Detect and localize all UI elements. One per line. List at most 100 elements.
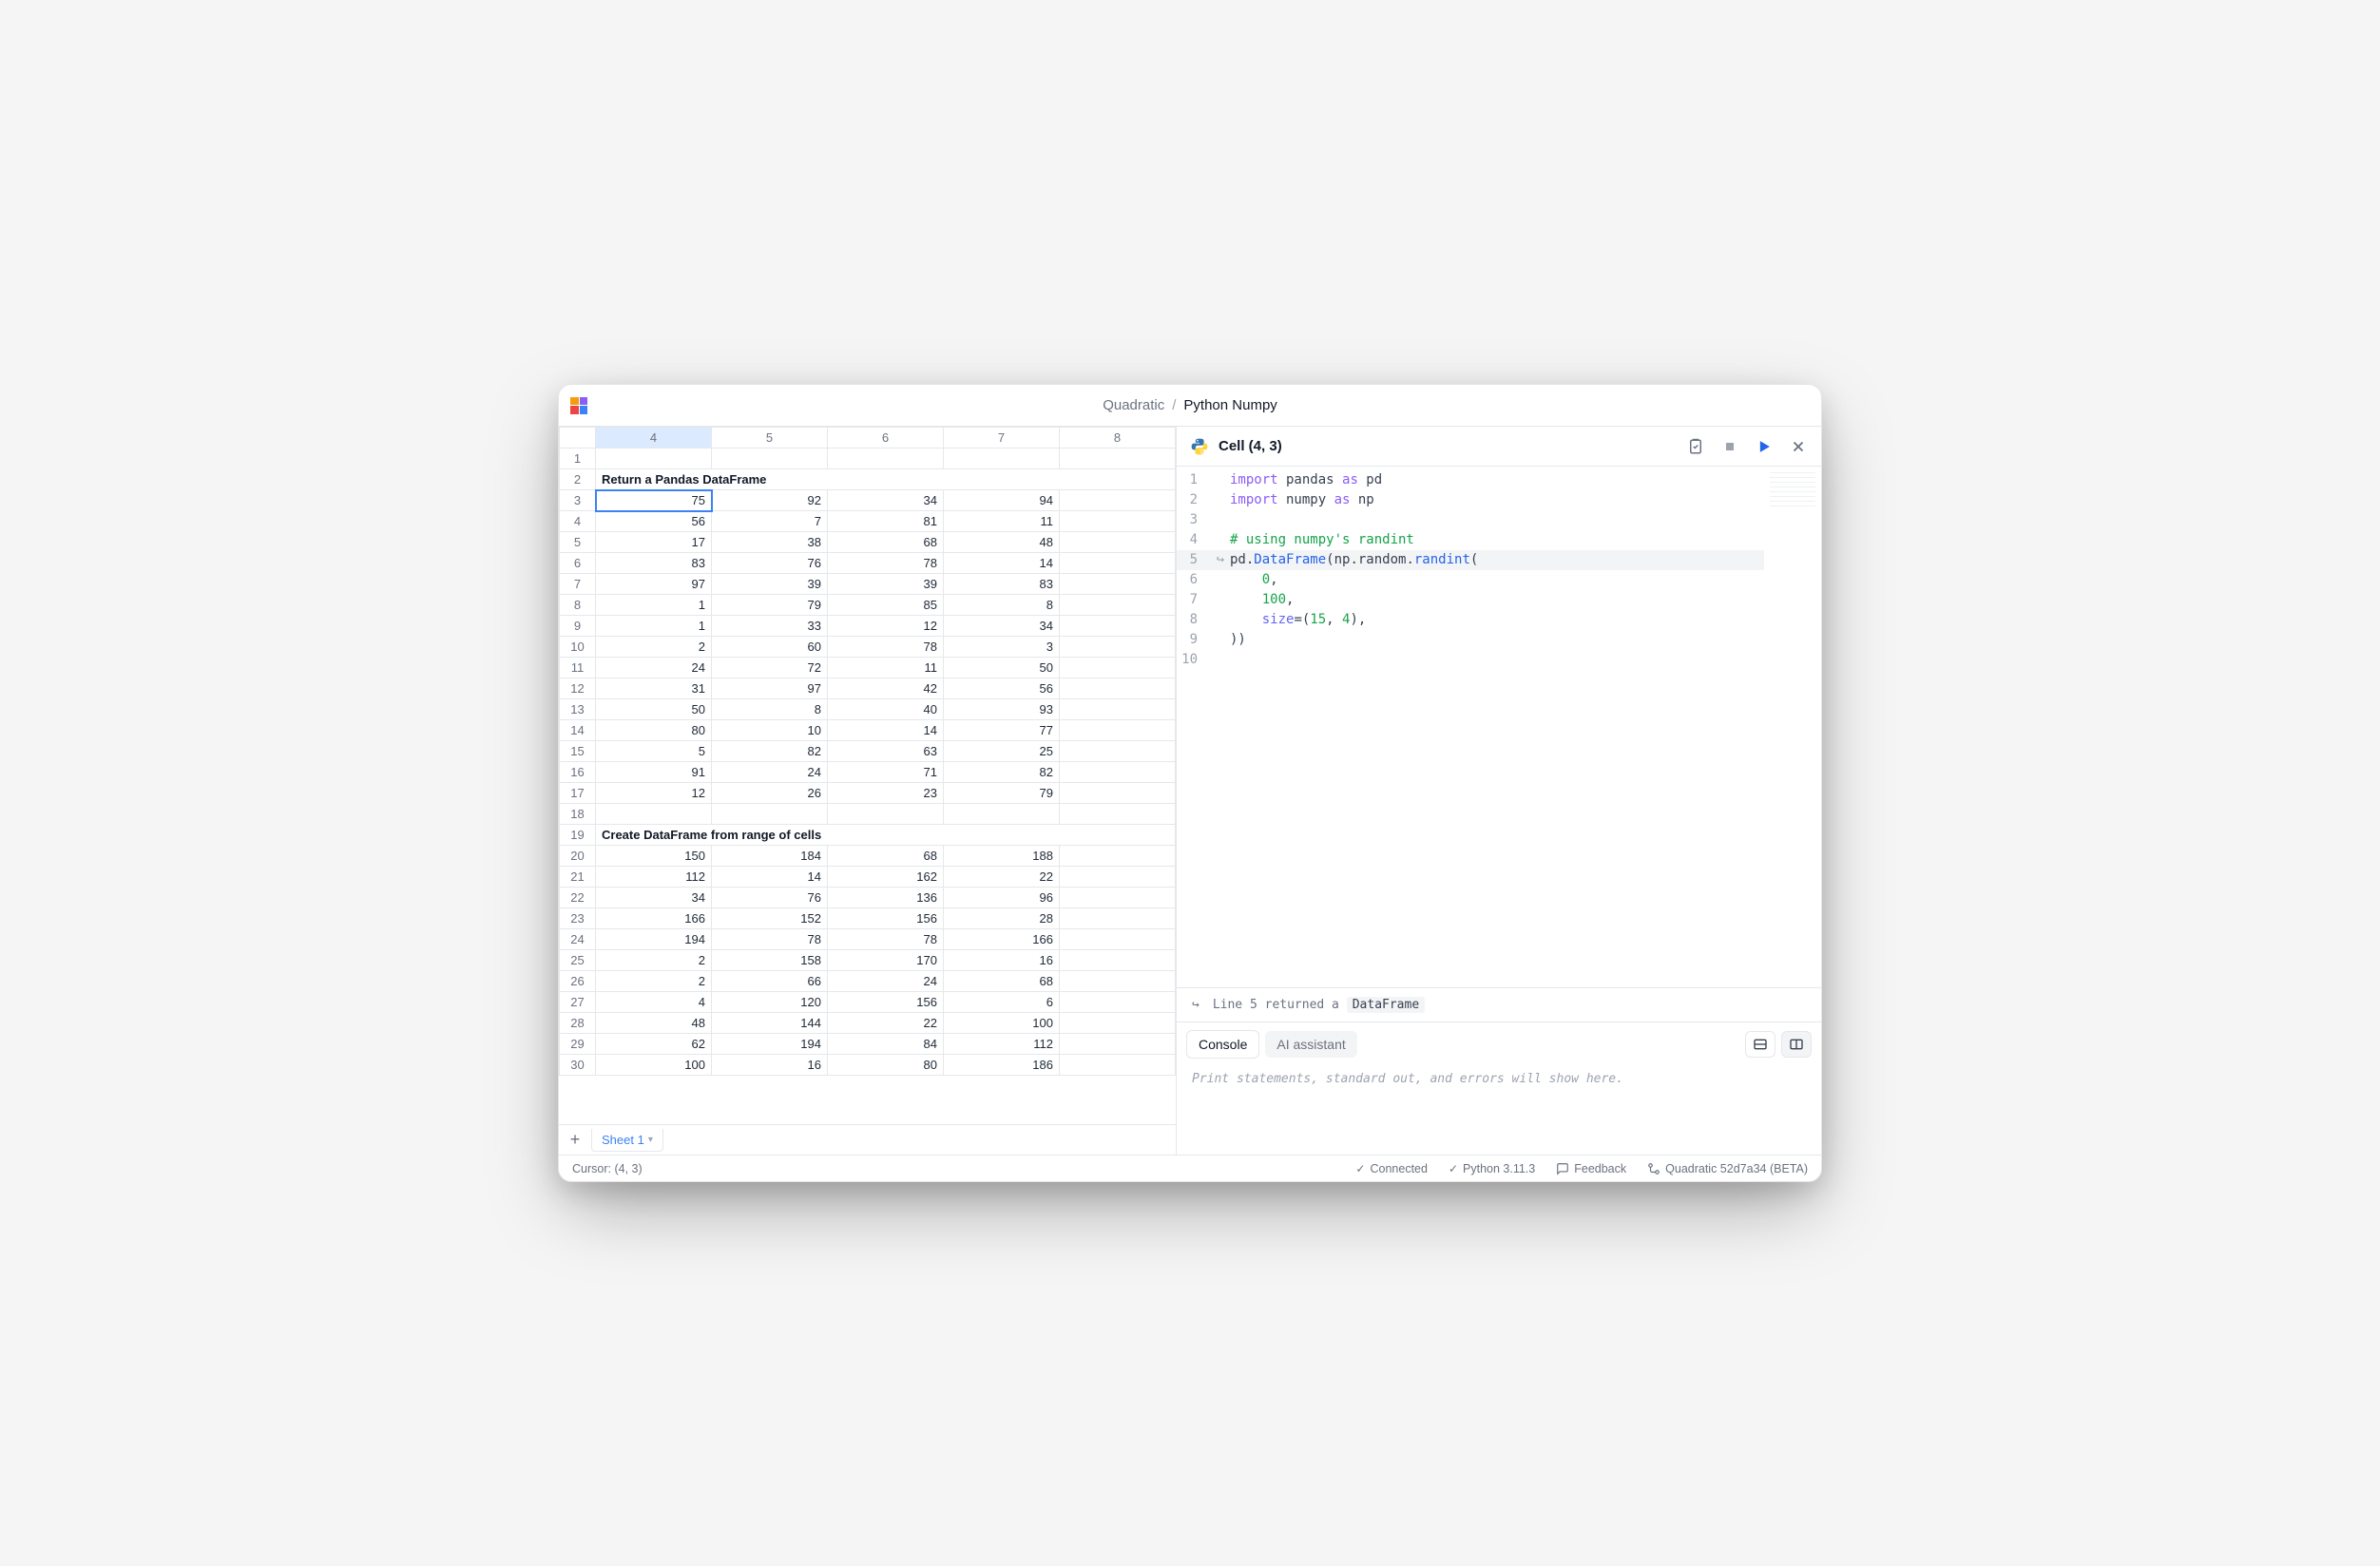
cell[interactable]: 83 [596,553,712,574]
cell[interactable]: 39 [828,574,944,595]
cell[interactable]: 84 [828,1034,944,1055]
cell[interactable]: 170 [828,950,944,971]
cell[interactable]: 194 [596,929,712,950]
row-header[interactable]: 21 [560,867,596,888]
cell[interactable]: 31 [596,678,712,699]
cell[interactable]: 144 [712,1013,828,1034]
cell[interactable] [1060,971,1176,992]
cell[interactable]: 78 [828,553,944,574]
col-header[interactable]: 7 [944,428,1060,449]
cell[interactable]: 97 [596,574,712,595]
row-header[interactable]: 1 [560,449,596,469]
cell[interactable]: 26 [712,783,828,804]
code-editor[interactable]: 1import pandas as pd2import numpy as np3… [1177,467,1764,987]
row-header[interactable]: 22 [560,888,596,908]
cell[interactable]: 6 [944,992,1060,1013]
cell[interactable] [712,804,828,825]
row-header[interactable]: 30 [560,1055,596,1076]
cell[interactable]: 34 [596,888,712,908]
row-header[interactable]: 4 [560,511,596,532]
cell[interactable]: 136 [828,888,944,908]
cell[interactable]: 80 [596,720,712,741]
cell[interactable]: 82 [944,762,1060,783]
cell[interactable] [1060,846,1176,867]
cell[interactable]: 158 [712,950,828,971]
cell[interactable] [596,449,712,469]
cell[interactable]: 152 [712,908,828,929]
cell[interactable] [1060,532,1176,553]
row-header[interactable]: 29 [560,1034,596,1055]
cell[interactable]: 33 [712,616,828,637]
layout-horizontal-icon[interactable] [1745,1031,1775,1058]
cell[interactable]: 83 [944,574,1060,595]
cell[interactable]: 166 [596,908,712,929]
row-header[interactable]: 14 [560,720,596,741]
cell[interactable]: 1 [596,595,712,616]
cell[interactable]: 77 [944,720,1060,741]
cell[interactable] [1060,950,1176,971]
cell[interactable] [1060,511,1176,532]
cell[interactable] [1060,741,1176,762]
cell[interactable] [1060,720,1176,741]
cell[interactable]: 23 [828,783,944,804]
cell[interactable]: 166 [944,929,1060,950]
cell[interactable]: 76 [712,553,828,574]
snippets-icon[interactable] [1686,437,1705,456]
cell[interactable] [1060,908,1176,929]
cell[interactable]: 188 [944,846,1060,867]
close-icon[interactable] [1789,437,1808,456]
cell[interactable] [1060,992,1176,1013]
cell[interactable] [1060,678,1176,699]
cell[interactable]: 48 [596,1013,712,1034]
cell[interactable] [1060,1013,1176,1034]
cell[interactable]: 72 [712,658,828,678]
cell[interactable]: 4 [596,992,712,1013]
tab-console[interactable]: Console [1186,1030,1259,1059]
cell[interactable]: 42 [828,678,944,699]
cell[interactable] [828,804,944,825]
cell[interactable]: 39 [712,574,828,595]
row-header[interactable]: 27 [560,992,596,1013]
cell[interactable] [1060,888,1176,908]
cell[interactable]: Create DataFrame from range of cells [596,825,1176,846]
cell[interactable]: 48 [944,532,1060,553]
cell[interactable]: 8 [944,595,1060,616]
row-header[interactable]: 25 [560,950,596,971]
cell[interactable]: 91 [596,762,712,783]
cell[interactable] [1060,783,1176,804]
cell[interactable]: 24 [828,971,944,992]
row-header[interactable]: 10 [560,637,596,658]
cell[interactable]: 10 [712,720,828,741]
cell[interactable]: 162 [828,867,944,888]
cell[interactable]: 81 [828,511,944,532]
col-header[interactable]: 6 [828,428,944,449]
row-header[interactable]: 18 [560,804,596,825]
row-header[interactable]: 26 [560,971,596,992]
cell[interactable]: Return a Pandas DataFrame [596,469,1176,490]
cell[interactable]: 7 [712,511,828,532]
app-name[interactable]: Quadratic [1103,397,1164,413]
stop-icon[interactable] [1720,437,1739,456]
layout-vertical-icon[interactable] [1781,1031,1812,1058]
cell[interactable] [1060,595,1176,616]
grid-area[interactable]: 4567812Return a Pandas DataFrame37592349… [559,427,1176,1124]
row-header[interactable]: 15 [560,741,596,762]
tab-ai-assistant[interactable]: AI assistant [1265,1031,1356,1058]
col-header[interactable]: 8 [1060,428,1176,449]
cell[interactable] [1060,762,1176,783]
cell[interactable]: 50 [944,658,1060,678]
cell[interactable] [1060,804,1176,825]
cell[interactable]: 100 [596,1055,712,1076]
cell[interactable]: 12 [828,616,944,637]
cell[interactable]: 22 [944,867,1060,888]
cell[interactable]: 14 [712,867,828,888]
cell[interactable]: 2 [596,950,712,971]
cell[interactable]: 97 [712,678,828,699]
cell[interactable]: 60 [712,637,828,658]
row-header[interactable]: 6 [560,553,596,574]
cell[interactable] [1060,637,1176,658]
cell[interactable]: 186 [944,1055,1060,1076]
row-header[interactable]: 28 [560,1013,596,1034]
row-header[interactable]: 20 [560,846,596,867]
cell[interactable]: 78 [712,929,828,950]
